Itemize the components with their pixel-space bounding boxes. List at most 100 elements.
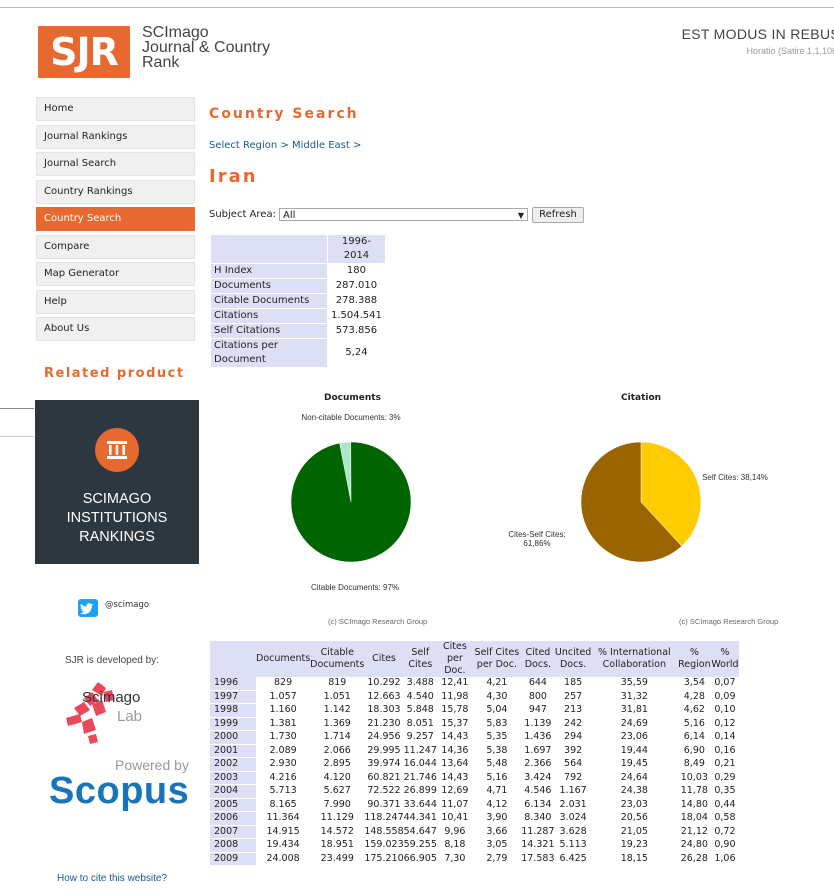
table-header-cell[interactable]: Cites per Doc. [436, 641, 473, 677]
table-cell: 21,12 [677, 825, 712, 839]
table-cell: 9.257 [403, 730, 437, 745]
twitter-icon[interactable] [78, 599, 98, 617]
sidebar-item-home[interactable]: Home [36, 97, 195, 121]
table-cell: 1.160 [256, 703, 311, 718]
table-cell: 23.499 [310, 852, 365, 866]
table-header-cell[interactable]: % International Collaboration [591, 641, 678, 677]
table-header-cell[interactable]: Citable Documents [310, 641, 365, 677]
table-cell: 2,79 [472, 852, 521, 866]
table-cell: 9,96 [436, 825, 473, 839]
table-header-cell[interactable]: Self Cites [403, 641, 437, 677]
table-year-cell: 2008 [210, 838, 256, 853]
motto-source: Horatio (Satire 1,1,106) [746, 46, 834, 56]
table-cell: 792 [554, 771, 592, 785]
table-cell: 90.371 [364, 798, 404, 812]
table-cell: 66.905 [403, 852, 437, 866]
documents-label-citable: Citable Documents: 97% [310, 583, 400, 592]
table-cell: 19,45 [591, 757, 678, 772]
table-cell: 947 [520, 703, 555, 718]
documents-chart-credit: (c) SCImago Research Group [328, 617, 428, 626]
stats-row: Citations per Document 5,24 [210, 338, 386, 368]
table-cell: 15,37 [436, 717, 473, 731]
table-header-cell[interactable]: % World [711, 641, 739, 677]
stats-key: H Index [210, 263, 328, 279]
logo-line-1: SCImago [142, 24, 209, 41]
stats-header-empty [210, 234, 328, 264]
sidebar-item-about-us[interactable]: About Us [36, 317, 195, 341]
sidebar-item-journal-search[interactable]: Journal Search [36, 152, 195, 176]
developed-by-label: SJR is developed by: [65, 655, 159, 666]
scopus-logo[interactable]: Scopus [49, 770, 189, 813]
table-cell: 0,58 [711, 811, 739, 826]
table-cell: 14.572 [310, 825, 365, 839]
table-header-cell[interactable] [210, 641, 256, 677]
table-cell: 159.023 [364, 838, 404, 853]
table-cell: 1.436 [520, 730, 555, 745]
twitter-handle[interactable]: @scimago [105, 600, 149, 610]
citation-pie-chart [580, 441, 702, 563]
table-row: 1999 1.381 1.369 21.230 8.051 15,37 5,83 1.139 2… [210, 717, 739, 731]
table-cell: 12.663 [364, 690, 404, 704]
table-cell: 2.066 [310, 744, 365, 758]
table-cell: 819 [310, 677, 365, 691]
table-header-cell[interactable]: Uncited Docs. [554, 641, 592, 677]
sidebar-item-country-rankings[interactable]: Country Rankings [36, 179, 195, 204]
table-header-cell[interactable]: Documents [256, 641, 311, 677]
table-header-cell[interactable]: % Region [677, 641, 712, 677]
institutions-rankings-banner[interactable]: SCIMAGO INSTITUTIONS RANKINGS [35, 400, 199, 564]
pie-slice[interactable] [290, 441, 412, 563]
table-cell: 5,48 [472, 757, 521, 772]
refresh-button[interactable]: Refresh [532, 207, 584, 223]
subject-area-select[interactable]: All ▼ [279, 208, 528, 221]
institutions-text: SCIMAGO INSTITUTIONS RANKINGS [35, 490, 199, 547]
sidebar-item-compare[interactable]: Compare [36, 234, 195, 259]
stats-row: Self Citations 573.856 [210, 323, 386, 339]
stats-key: Citable Documents [210, 293, 328, 309]
table-cell: 4,12 [472, 798, 521, 812]
table-cell: 3,66 [472, 825, 521, 839]
table-header-cell[interactable]: Cites [364, 641, 404, 677]
stats-row: H Index 180 [210, 263, 386, 279]
table-cell: 20,56 [591, 811, 678, 826]
table-cell: 0,14 [711, 730, 739, 745]
table-year-cell: 2003 [210, 771, 256, 785]
table-cell: 1.057 [256, 690, 311, 704]
table-row: 2008 19.434 18.951 159.023 59.255 8,18 3,05 14.… [210, 838, 739, 853]
sidebar-item-country-search[interactable]: Country Search [36, 207, 195, 231]
table-cell: 118.247 [364, 811, 404, 826]
table-cell: 5,83 [472, 717, 521, 731]
table-header-cell[interactable]: Self Cites per Doc. [472, 641, 521, 677]
table-cell: 72.522 [364, 784, 404, 799]
table-cell: 8,18 [436, 838, 473, 853]
cite-website-link[interactable]: How to cite this website? [57, 873, 167, 884]
country-name: Iran [209, 166, 258, 187]
table-cell: 5.848 [403, 703, 437, 718]
table-cell: 5.713 [256, 784, 311, 799]
stats-key: Self Citations [210, 323, 328, 339]
table-cell: 23,06 [591, 730, 678, 745]
table-cell: 14,80 [677, 798, 712, 812]
table-cell: 0,72 [711, 825, 739, 839]
table-cell: 4.120 [310, 771, 365, 785]
page-heading: Country Search [209, 106, 359, 122]
table-cell: 7,30 [436, 852, 473, 866]
documents-chart-title: Documents [324, 393, 381, 403]
table-cell: 24,69 [591, 717, 678, 731]
sidebar-item-journal-rankings[interactable]: Journal Rankings [36, 124, 195, 149]
sidebar-item-map-generator[interactable]: Map Generator [36, 262, 195, 286]
table-header-cell[interactable]: Cited Docs. [520, 641, 555, 677]
breadcrumb[interactable]: Select Region > Middle East > [209, 140, 361, 151]
table-cell: 24,80 [677, 838, 712, 853]
table-cell: 17.583 [520, 852, 555, 866]
related-product-title: Related product [44, 366, 185, 381]
table-row: 1996 829 819 10.292 3.488 12,41 4,21 644 185 35,5… [210, 677, 739, 691]
sidebar-item-help[interactable]: Help [36, 289, 195, 314]
table-row: 1998 1.160 1.142 18.303 5.848 15,78 5,04 947 213… [210, 703, 739, 718]
table-cell: 44.341 [403, 811, 437, 826]
table-cell: 24.956 [364, 730, 404, 745]
table-row: 2007 14.915 14.572 148.558 54.647 9,96 3,66 11.… [210, 825, 739, 839]
table-cell: 26,28 [677, 852, 712, 866]
table-cell: 1.167 [554, 784, 592, 799]
table-row: 2002 2.930 2.895 39.974 16.044 13,64 5,48 2.366… [210, 757, 739, 772]
table-cell: 24.008 [256, 852, 311, 866]
